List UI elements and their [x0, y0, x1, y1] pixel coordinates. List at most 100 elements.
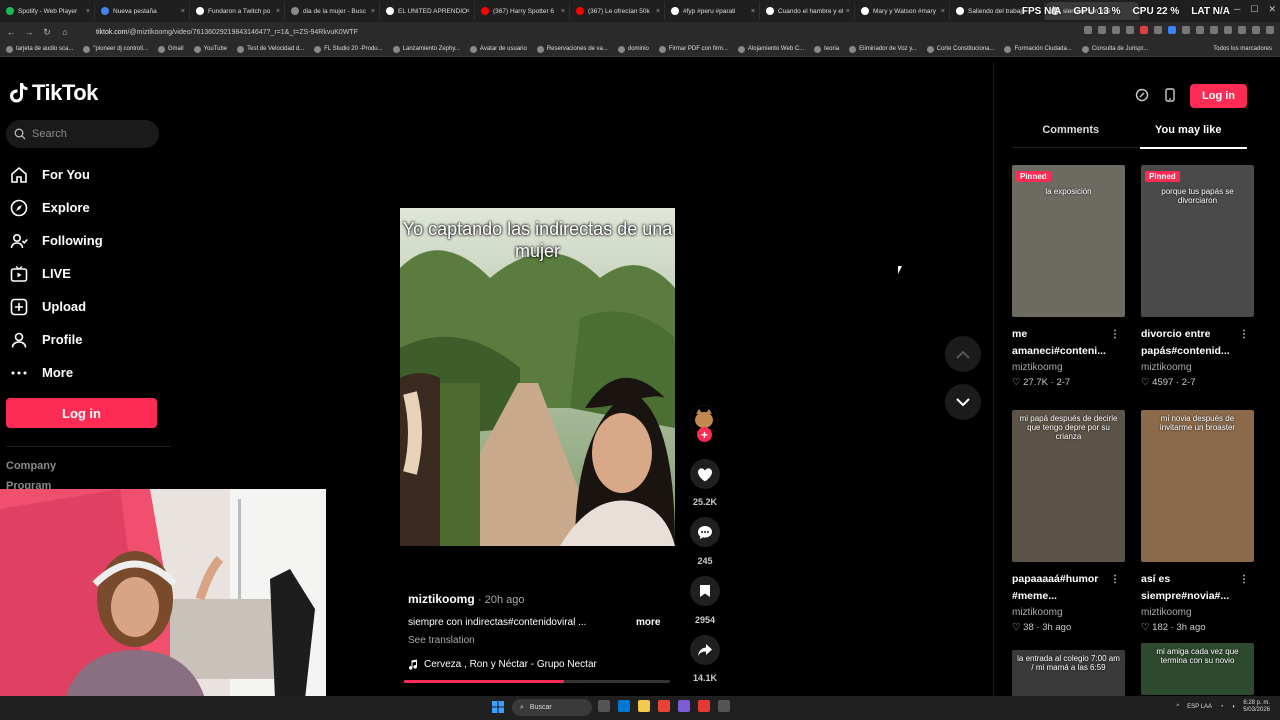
footer-company-link[interactable]: Company — [6, 460, 56, 472]
browser-tab[interactable]: Spotify - Web Player × — [0, 2, 95, 20]
tab-close-icon[interactable]: × — [466, 8, 470, 15]
sidebar-item-live[interactable]: LIVE — [6, 257, 166, 290]
home-nav-icon[interactable]: ⌂ — [58, 27, 72, 37]
tab-close-icon[interactable]: × — [941, 8, 945, 15]
bookmark-item[interactable]: Consulta de Jurispr... — [1081, 45, 1148, 53]
card-author[interactable]: miztikoomg — [1141, 607, 1254, 618]
extensions-bar[interactable] — [1084, 26, 1274, 34]
reload-icon[interactable]: ↻ — [40, 27, 54, 38]
tab-you-may-like[interactable]: You may like — [1130, 124, 1248, 149]
card-menu-icon[interactable]: ⋮ — [1110, 571, 1120, 588]
video-thumbnail[interactable]: mi novia después de invitarme un broaste… — [1141, 410, 1254, 562]
card-author[interactable]: miztikoomg — [1012, 362, 1125, 373]
browser-tab[interactable]: Nueva pestaña × — [95, 2, 190, 20]
card-menu-icon[interactable]: ⋮ — [1110, 326, 1120, 343]
previous-video-button[interactable] — [945, 336, 981, 372]
coins-icon[interactable] — [1133, 86, 1151, 104]
video-thumbnail[interactable]: la entrada al colegio 7:00 am / mi mamá … — [1012, 650, 1125, 702]
video-thumbnail[interactable]: la exposición Pinned — [1012, 165, 1125, 317]
card-title[interactable]: me amaneci#conteni... ⋮ — [1012, 326, 1120, 360]
recommended-video-card[interactable]: mi novia después de invitarme un broaste… — [1141, 410, 1254, 633]
tab-close-icon[interactable]: × — [276, 8, 280, 15]
header-login-button[interactable]: Log in — [1190, 84, 1247, 108]
browser-tab[interactable]: Cuando el hambre y el × — [760, 2, 855, 20]
bookmark-item[interactable]: "pioneer dj controll... — [83, 45, 148, 53]
sidebar-login-button[interactable]: Log in — [6, 398, 157, 428]
bookmark-item[interactable]: FL Studio 20 -Produ... — [314, 45, 383, 53]
tab-close-icon[interactable]: × — [86, 8, 90, 15]
bookmark-item[interactable]: Eliminador de Voz y... — [849, 45, 917, 53]
share-button[interactable] — [690, 635, 720, 665]
bookmark-item[interactable]: Lanzamiento Zephy... — [392, 45, 460, 53]
bookmark-item[interactable]: Avatar de usuario — [469, 45, 527, 53]
bookmark-item[interactable]: teoria — [814, 45, 839, 53]
tab-close-icon[interactable]: × — [656, 8, 660, 15]
browser-tab[interactable]: (367) Harry Spotter 6 × — [475, 2, 570, 20]
sidebar-item-more[interactable]: More — [6, 356, 166, 389]
browser-tab[interactable]: dia de la mujer - Busc × — [285, 2, 380, 20]
browser-tab[interactable]: EL UNITED APRENDIO × — [380, 2, 475, 20]
like-button[interactable] — [690, 459, 720, 489]
all-bookmarks-link[interactable]: Todos los marcadores — [1213, 46, 1272, 52]
bookmark-item[interactable]: Corte Constituciona... — [926, 45, 994, 53]
card-menu-icon[interactable]: ⋮ — [1239, 571, 1249, 588]
bookmark-item[interactable]: dominio — [617, 45, 649, 53]
bookmark-item[interactable]: YouTube — [193, 45, 227, 53]
video-thumbnail[interactable]: mi papá después de decirle que tengo dep… — [1012, 410, 1125, 562]
video-progress-bar[interactable] — [404, 680, 670, 683]
tab-close-icon[interactable]: × — [181, 8, 185, 15]
sidebar-item-explore[interactable]: Explore — [6, 191, 166, 224]
save-button[interactable] — [690, 576, 720, 606]
more-button[interactable]: more — [636, 617, 660, 628]
bookmark-item[interactable]: Alojamiento Web C... — [737, 45, 804, 53]
system-tray[interactable]: ^ ESP LAA ◔ ◖ 6:28 p. m. 5/03/2026 — [1176, 700, 1270, 714]
card-title[interactable]: así es siempre#novia#... ⋮ — [1141, 571, 1249, 605]
recommended-video-card[interactable]: porque tus papás se divorciaron Pinned div… — [1141, 165, 1254, 388]
recommended-video-card[interactable]: mi papá después de decirle que tengo dep… — [1012, 410, 1125, 633]
bookmark-item[interactable]: tarjeta de audio sca... — [6, 45, 73, 53]
windows-start-icon[interactable] — [492, 701, 504, 713]
follow-plus-button[interactable]: + — [697, 427, 712, 442]
tiktok-logo[interactable]: TikTok — [9, 80, 98, 106]
bookmark-item[interactable]: Gmail — [157, 45, 184, 53]
card-title[interactable]: divorcio entre papás#contenid... ⋮ — [1141, 326, 1249, 360]
bookmark-item[interactable]: Test de Velocidad d... — [237, 45, 304, 53]
next-video-button[interactable] — [945, 384, 981, 420]
bookmark-item[interactable]: Firmar PDF con firm... — [658, 45, 728, 53]
browser-tab[interactable]: #fyp #peru #parati × — [665, 2, 760, 20]
card-menu-icon[interactable]: ⋮ — [1239, 326, 1249, 343]
tab-close-icon[interactable]: × — [751, 8, 755, 15]
card-title[interactable]: papaaaaá#humor #meme... ⋮ — [1012, 571, 1120, 605]
window-controls[interactable]: ─ ☐ ✕ — [1234, 4, 1276, 15]
browser-tab[interactable]: Mary y Watson #mary × — [855, 2, 950, 20]
recommended-video-card[interactable]: la entrada al colegio 7:00 am / mi mamá … — [1012, 650, 1125, 702]
tab-close-icon[interactable]: × — [561, 8, 565, 15]
sidebar-item-for-you[interactable]: For You — [6, 158, 166, 191]
see-translation-link[interactable]: See translation — [408, 635, 475, 646]
card-author[interactable]: miztikoomg — [1141, 362, 1254, 373]
search-input[interactable]: Search — [6, 120, 159, 148]
sidebar-item-following[interactable]: Following — [6, 224, 166, 257]
browser-tab[interactable]: (367) Le ofrecían 50k × — [570, 2, 665, 20]
sidebar-item-upload[interactable]: Upload — [6, 290, 166, 323]
tab-comments[interactable]: Comments — [1012, 124, 1130, 147]
url-field[interactable]: tiktok.com/@miztikoomg/video/76136029219… — [96, 29, 358, 36]
browser-tab[interactable]: Fundaron a Twitch po × — [190, 2, 285, 20]
video-thumbnail[interactable]: mi amiga cada vez que termina con su nov… — [1141, 643, 1254, 695]
card-author[interactable]: miztikoomg — [1012, 607, 1125, 618]
recommended-video-card[interactable]: la exposición Pinned me amaneci#conteni...… — [1012, 165, 1125, 388]
tab-close-icon[interactable]: × — [846, 8, 850, 15]
bookmark-item[interactable]: Formación Ciudada... — [1004, 45, 1072, 53]
forward-icon[interactable]: → — [22, 27, 36, 37]
sidebar-item-profile[interactable]: Profile — [6, 323, 166, 356]
phone-icon[interactable] — [1161, 86, 1179, 104]
video-thumbnail[interactable]: porque tus papás se divorciaron Pinned — [1141, 165, 1254, 317]
tab-close-icon[interactable]: × — [371, 8, 375, 15]
recommended-video-card[interactable]: mi amiga cada vez que termina con su nov… — [1141, 643, 1254, 695]
comment-button[interactable] — [690, 517, 720, 547]
music-link[interactable]: Cerveza , Ron y Néctar - Grupo Nectar — [408, 659, 597, 670]
bookmark-item[interactable]: Reservaciones de va... — [536, 45, 608, 53]
video-player[interactable]: Yo captando las indirectas de una mujer — [400, 208, 675, 546]
back-icon[interactable]: ← — [4, 27, 18, 37]
taskbar-apps[interactable] — [598, 700, 730, 712]
